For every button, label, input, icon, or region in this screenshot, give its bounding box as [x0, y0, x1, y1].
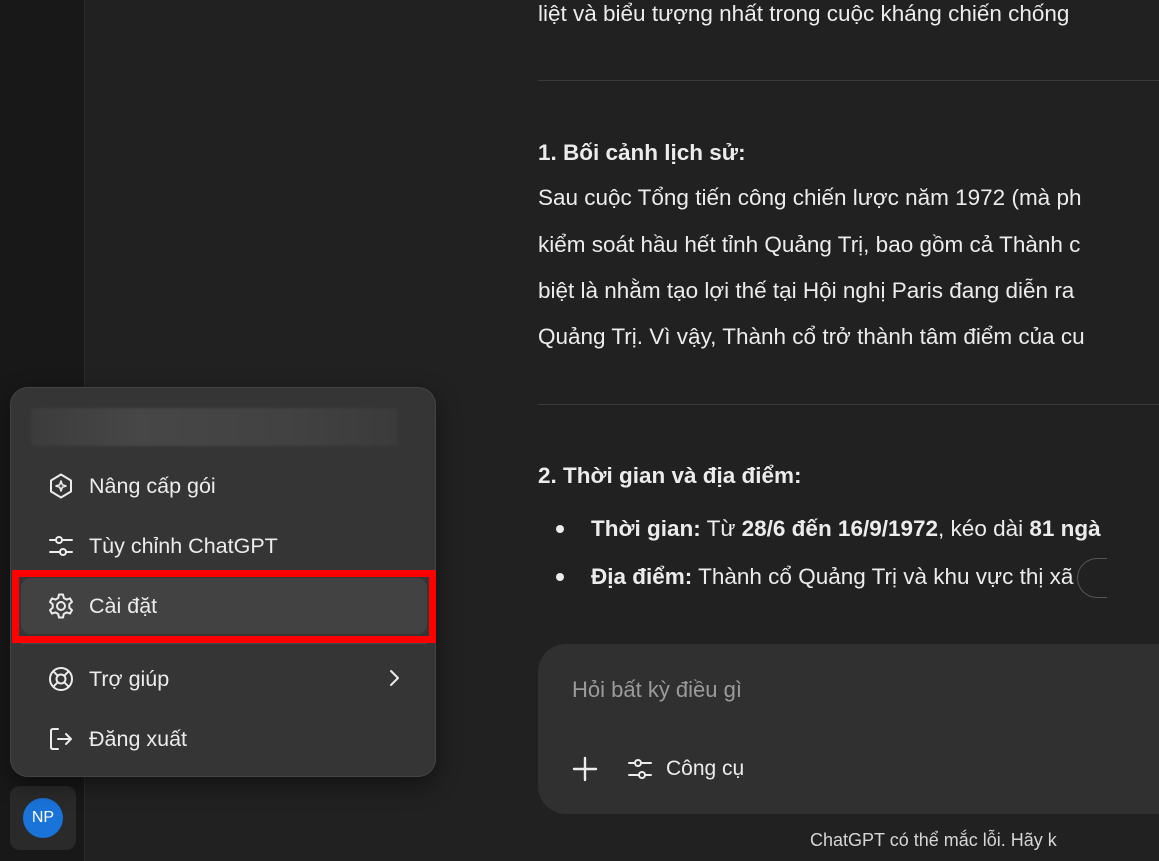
sliders-icon: [49, 536, 73, 556]
section-heading: 2. Thời gian và địa điểm:: [538, 463, 802, 488]
divider: [538, 404, 1159, 405]
menu-item-help[interactable]: Trợ giúp: [21, 651, 427, 707]
chevron-right-icon: [390, 670, 399, 686]
profile-button[interactable]: NP: [10, 786, 76, 850]
menu-item-label: Trợ giúp: [89, 666, 170, 691]
menu-item-settings[interactable]: Cài đặt: [21, 578, 427, 634]
menu-item-label: Cài đặt: [89, 593, 158, 618]
menu-item-label: Đăng xuất: [89, 726, 188, 751]
message-line: biệt là nhằm tạo lợi thế tại Hội nghị Pa…: [538, 278, 1075, 303]
lifebuoy-icon: [49, 667, 73, 691]
avatar: NP: [23, 798, 63, 838]
sliders-icon: [628, 759, 652, 779]
add-attachment-button[interactable]: [570, 754, 600, 784]
menu-divider: [21, 643, 427, 644]
menu-item-label: Nâng cấp gói: [89, 473, 216, 498]
message-line: liệt và biểu tượng nhất trong cuộc kháng…: [538, 1, 1070, 26]
list-item: Địa điểm: Thành cổ Quảng Trị và khu vực …: [538, 554, 1108, 600]
section-heading: 1. Bối cảnh lịch sử:: [538, 140, 746, 165]
disclaimer-text: ChatGPT có thể mắc lỗi. Hãy k: [810, 830, 1057, 850]
logout-icon: [50, 728, 72, 750]
gear-icon: [49, 593, 73, 619]
divider: [538, 80, 1159, 81]
account-email-redacted: [31, 408, 398, 446]
message-line: kiểm soát hầu hết tỉnh Quảng Trị, bao gồ…: [538, 232, 1081, 257]
menu-item-customize[interactable]: Tùy chỉnh ChatGPT: [21, 518, 427, 574]
message-line: Sau cuộc Tổng tiến công chiến lược năm 1…: [538, 185, 1082, 210]
source-chip[interactable]: [1077, 558, 1108, 599]
message-line: Quảng Trị. Vì vậy, Thành cổ trở thành tâ…: [538, 324, 1085, 349]
upgrade-icon: [50, 473, 72, 499]
bullet-list: Thời gian: Từ 28/6 đến 16/9/1972, kéo dà…: [538, 506, 1108, 600]
menu-item-upgrade[interactable]: Nâng cấp gói: [21, 458, 427, 514]
tools-label: Công cụ: [666, 757, 745, 780]
tools-button[interactable]: Công cụ: [626, 751, 744, 787]
prompt-input[interactable]: [572, 672, 1132, 708]
menu-item-logout[interactable]: Đăng xuất: [21, 711, 427, 767]
menu-item-label: Tùy chỉnh ChatGPT: [89, 533, 278, 558]
composer: Công cụ: [538, 644, 1159, 814]
profile-menu: Nâng cấp gói Tùy chỉnh ChatGPT Cài đặt T…: [10, 387, 436, 777]
plus-icon: [572, 756, 598, 782]
list-item: Thời gian: Từ 28/6 đến 16/9/1972, kéo dà…: [538, 506, 1107, 552]
